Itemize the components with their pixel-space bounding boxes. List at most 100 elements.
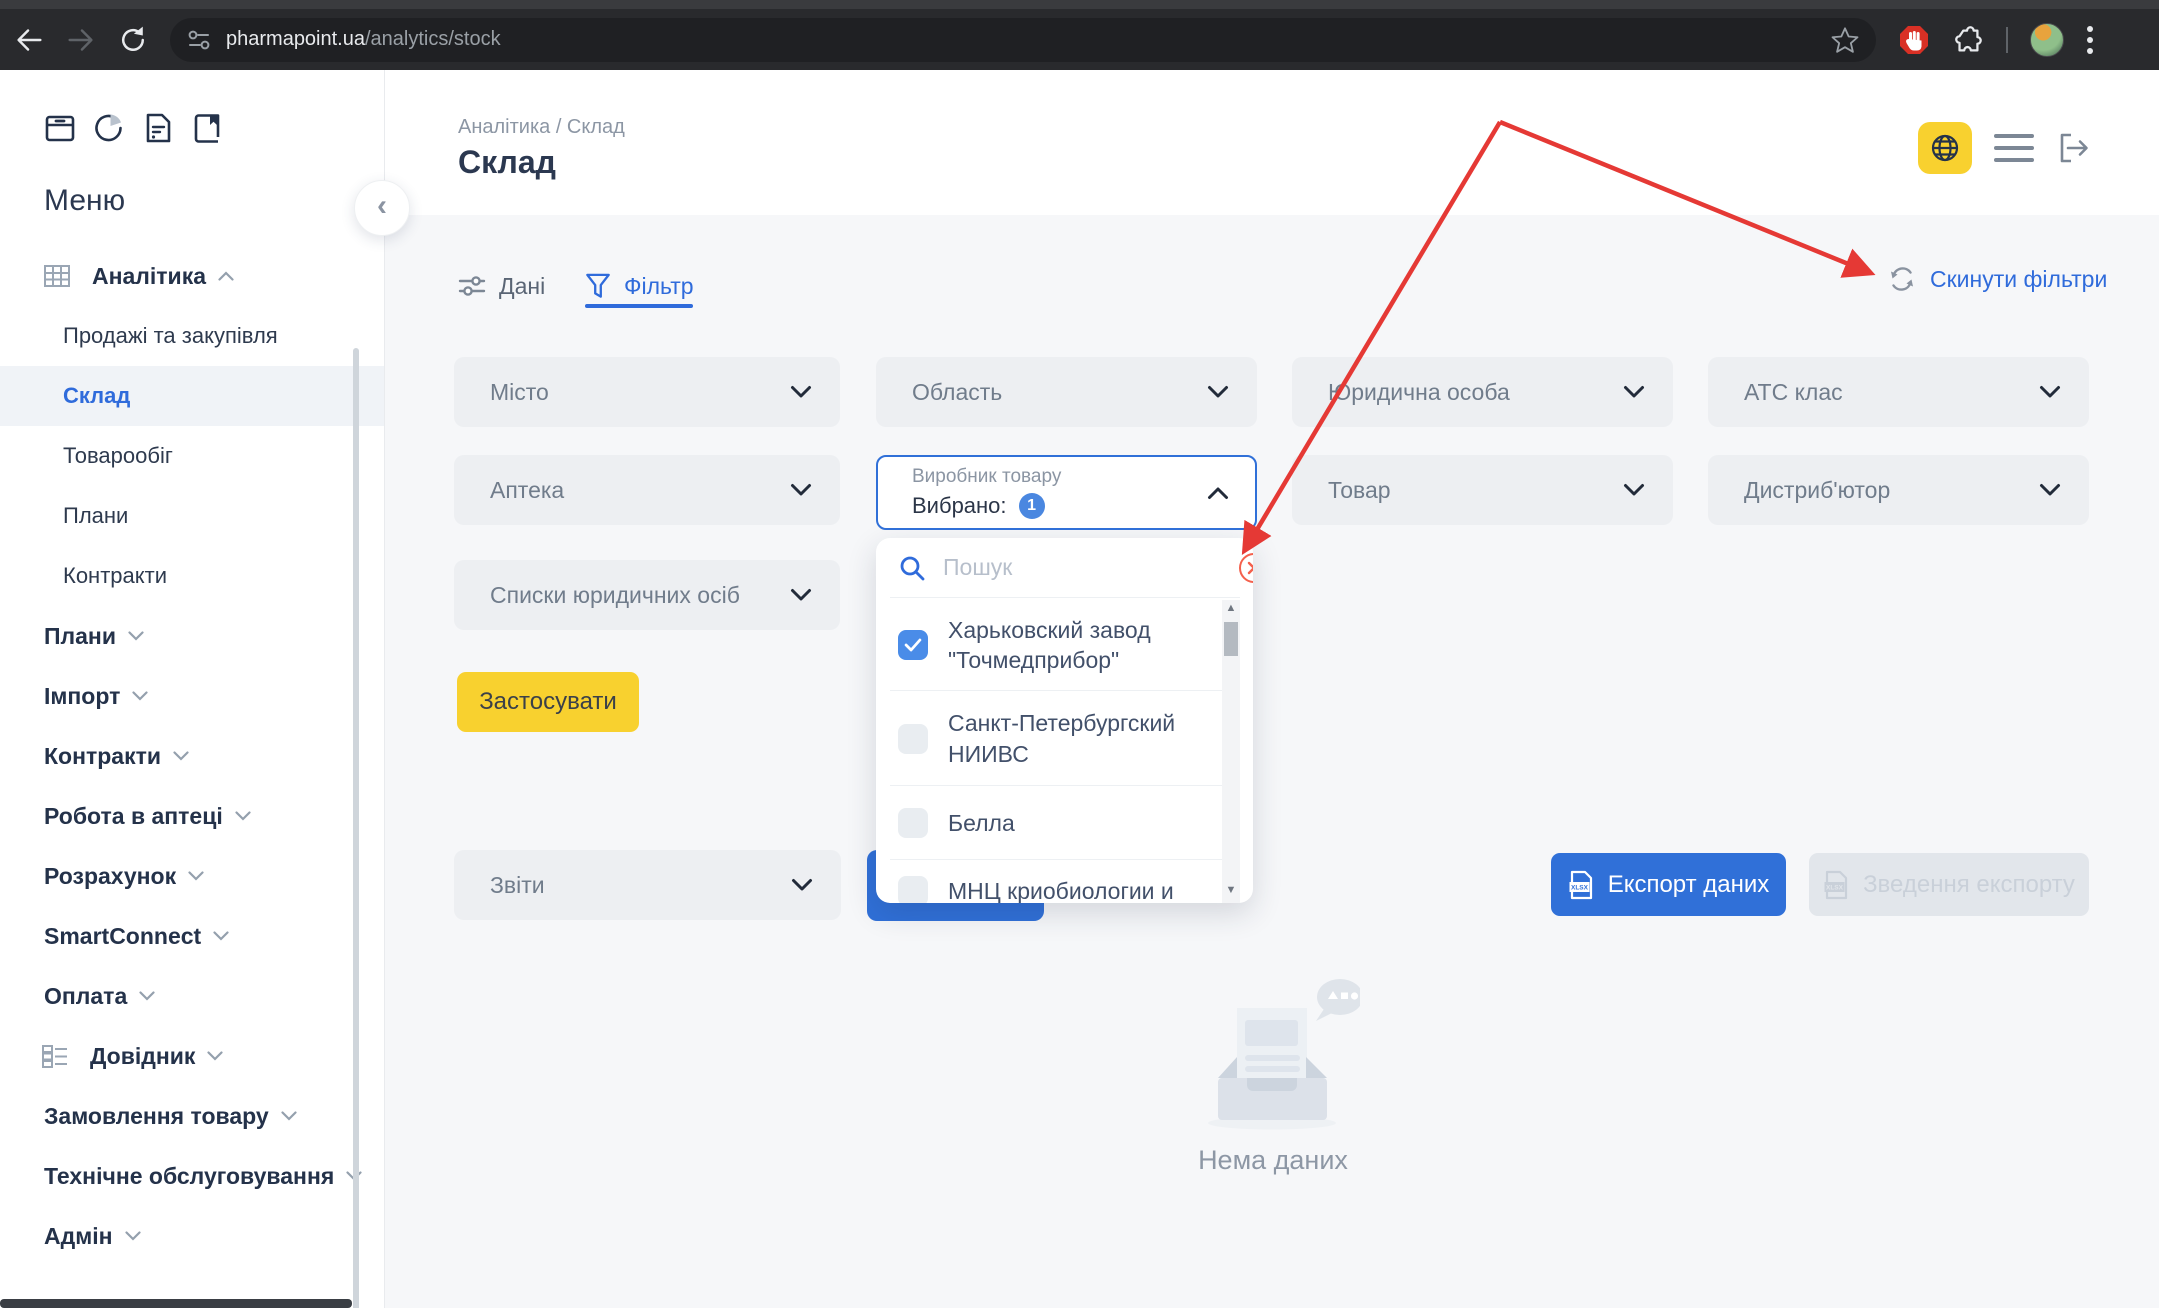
search-icon [898,554,926,582]
checkbox-unchecked[interactable] [898,808,928,838]
sidebar-nav: Аналітика Продажі та закупівля Склад Тов… [0,246,384,1266]
address-bar[interactable]: pharmapoint.ua/analytics/stock [170,18,1876,62]
browser-profile-avatar[interactable] [2030,23,2064,57]
selected-count-badge: 1 [1019,493,1045,519]
tab-filter[interactable]: Фільтр [585,265,694,307]
active-tab-underline [585,304,693,308]
sidebar-collapse-button[interactable]: ‹ [354,180,410,236]
select-city[interactable]: Місто [454,357,840,427]
select-pharmacy[interactable]: Аптека [454,455,840,525]
checkbox-unchecked[interactable] [898,876,928,903]
browser-back-button[interactable] [6,17,52,63]
scroll-down-icon[interactable]: ▼ [1222,882,1240,898]
select-region[interactable]: Область [876,357,1257,427]
pie-chart-icon[interactable] [93,112,125,144]
funnel-icon [585,272,611,300]
chevron-down-icon [132,691,148,701]
divider [890,859,1240,860]
sidebar-item-contracts[interactable]: Контракти [0,546,384,606]
sidebar-scrollbar[interactable] [353,348,359,1308]
select-reports[interactable]: Звіти [454,850,841,920]
adblock-extension-icon[interactable] [1898,24,1930,56]
sidebar-item-plans[interactable]: Плани [0,486,384,546]
language-globe-button[interactable] [1918,122,1972,174]
menu-hamburger-icon[interactable] [1994,128,2034,168]
sidebar-group-pharmacy-work[interactable]: Робота в аптеці [0,786,384,846]
bookmark-star-icon[interactable] [1830,25,1860,55]
sidebar-group-product-order[interactable]: Замовлення товару [0,1086,384,1146]
sidebar-group-calculation[interactable]: Розрахунок [0,846,384,906]
svg-text:XLSX: XLSX [1826,884,1844,891]
producer-option[interactable]: МНЦ криобиологии и [876,861,1221,903]
apply-button[interactable]: Застосувати [457,672,639,732]
tab-data[interactable]: Дані [458,265,545,307]
extensions-puzzle-icon[interactable] [1952,24,1984,56]
browser-top-strip [0,0,2159,9]
browser-reload-button[interactable] [110,17,156,63]
sidebar-group-contracts[interactable]: Контракти [0,726,384,786]
select-legal-lists[interactable]: Списки юридичних осіб [454,560,840,630]
sidebar-item-stock[interactable]: Склад [0,366,384,426]
scroll-up-icon[interactable]: ▲ [1222,600,1240,616]
sidebar-group-import[interactable]: Імпорт [0,666,384,726]
browser-forward-button[interactable] [58,17,104,63]
chevron-down-icon [235,811,251,821]
sidebar-group-payment[interactable]: Оплата [0,966,384,1026]
dropdown-scrollbar[interactable]: ▲ ▼ [1222,600,1240,903]
sidebar-item-sales-purchases[interactable]: Продажі та закупівля [0,306,384,366]
chevron-down-icon [2039,483,2061,497]
producer-option[interactable]: Харьковский завод "Точмедприбор" [876,600,1221,690]
divider [890,690,1240,691]
logout-icon[interactable] [2056,130,2092,166]
sidebar-group-directory[interactable]: Довідник [0,1026,384,1086]
export-data-button[interactable]: XLSX Експорт даних [1551,853,1786,916]
browser-menu-icon[interactable] [2086,24,2094,56]
checkbox-unchecked[interactable] [898,724,928,754]
xlsx-file-icon: XLSX [1823,870,1849,900]
chevron-down-icon [791,878,813,892]
archive-box-icon[interactable] [44,112,76,144]
sidebar-group-smartconnect[interactable]: SmartConnect [0,906,384,966]
divider [890,785,1240,786]
empty-state-text: Нема даних [1148,1145,1398,1176]
select-distributor[interactable]: Дистриб'ютор [1708,455,2089,525]
select-legal-entity[interactable]: Юридична особа [1292,357,1673,427]
chevron-down-icon [139,991,155,1001]
book-icon[interactable] [191,112,223,144]
chevron-down-icon [790,483,812,497]
select-product[interactable]: Товар [1292,455,1673,525]
chevron-down-icon [2039,385,2061,399]
scroll-thumb[interactable] [1224,622,1238,656]
select-producer[interactable]: Виробник товару Вибрано: 1 [876,455,1257,530]
export-summary-button: XLSX Зведення експорту [1809,853,2089,916]
site-info-icon[interactable] [186,27,212,53]
search-input[interactable] [943,554,1239,581]
dropdown-search-row [876,538,1253,597]
sidebar-item-turnover[interactable]: Товарообіг [0,426,384,486]
chevron-down-icon [281,1111,297,1121]
sidebar-group-analytics[interactable]: Аналітика [0,246,384,306]
producer-selected-text: Вибрано: [912,493,1007,519]
url-text: pharmapoint.ua/analytics/stock [226,28,501,51]
grid-table-icon [44,265,70,287]
clear-search-icon[interactable] [1239,553,1253,583]
sidebar-horizontal-scrollbar[interactable] [0,1299,352,1308]
chevron-down-icon [125,1231,141,1241]
sidebar-group-maintenance[interactable]: Технічне обслуговування [0,1146,384,1206]
list-rows-icon [42,1044,68,1068]
chevron-up-icon [218,271,234,281]
producer-option[interactable]: Белла [876,787,1221,859]
no-data-icon [1200,975,1360,1130]
sidebar-group-plans[interactable]: Плани [0,606,384,666]
toolbar-separator [2006,27,2008,53]
sidebar-group-label: Аналітика [92,263,206,290]
chevron-down-icon [790,385,812,399]
document-icon[interactable] [142,112,174,144]
producer-option[interactable]: Санкт-Петербургский НИИВС [876,692,1221,785]
select-atc-class[interactable]: АТС клас [1708,357,2089,427]
checkbox-checked-icon[interactable] [898,630,928,660]
producer-dropdown-panel: Харьковский завод "Точмедприбор" Санкт-П… [876,538,1253,903]
sidebar-group-admin[interactable]: Адмін [0,1206,384,1266]
reset-filters-link[interactable]: Скинути фільтри [1888,265,2107,293]
sliders-icon [458,272,486,300]
